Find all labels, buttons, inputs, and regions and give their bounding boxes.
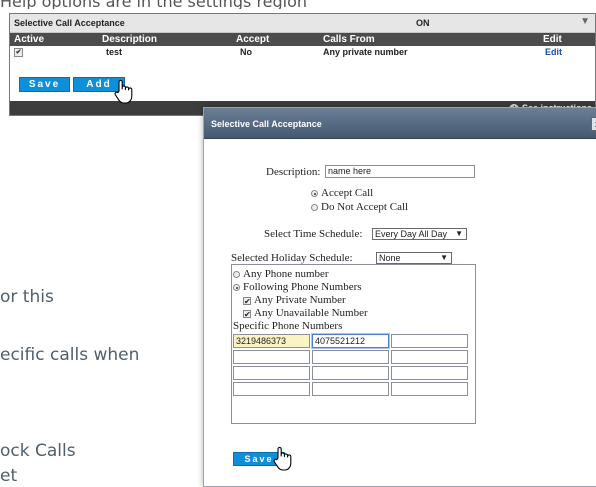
panel-save-button[interactable]: Save <box>19 77 70 92</box>
panel-header[interactable]: Selective Call Acceptance ON ▼ <box>10 14 595 33</box>
description-label: Description: <box>266 166 321 178</box>
phone-number-cell[interactable]: 3219486373 <box>233 334 310 348</box>
accept-call-option[interactable]: Accept Call <box>311 187 373 199</box>
row-edit-link[interactable]: Edit <box>545 47 562 57</box>
phone-number-cell[interactable] <box>391 382 468 396</box>
status-badge: ON <box>416 18 430 28</box>
phone-numbers-group: Any Phone number Following Phone Numbers… <box>231 264 476 424</box>
holiday-schedule-select[interactable]: None ▼ <box>376 252 452 264</box>
phone-number-cell[interactable] <box>391 350 468 364</box>
phone-number-cell[interactable] <box>233 366 310 380</box>
accept-call-radio[interactable] <box>311 190 318 197</box>
call-acceptance-panel: Selective Call Acceptance ON ▼ Active De… <box>9 13 596 116</box>
description-input[interactable]: name here <box>325 165 475 178</box>
phone-number-cell[interactable] <box>312 350 389 364</box>
any-phone-option[interactable]: Any Phone number <box>233 268 329 280</box>
row-description: test <box>106 47 123 57</box>
phone-number-cell[interactable] <box>391 334 468 348</box>
phone-number-cell[interactable]: 4075521212 <box>312 334 389 348</box>
any-private-checkbox[interactable]: ✔ <box>243 297 251 306</box>
any-unavailable-checkbox[interactable]: ✔ <box>243 310 251 319</box>
col-edit: Edit <box>543 34 562 45</box>
phone-number-cell[interactable] <box>233 382 310 396</box>
time-schedule-select[interactable]: Every Day All Day ▼ <box>372 228 467 240</box>
do-not-accept-option[interactable]: Do Not Accept Call <box>311 201 408 213</box>
phone-number-cell[interactable] <box>233 350 310 364</box>
background-text-3: ock Calls <box>0 441 76 461</box>
col-active: Active <box>14 34 45 45</box>
collapse-arrow-icon[interactable]: ▼ <box>580 16 590 27</box>
specific-numbers-label: Specific Phone Numbers <box>233 320 343 332</box>
col-description: Description <box>102 34 158 45</box>
do-not-accept-radio[interactable] <box>311 204 318 211</box>
any-unavailable-option[interactable]: ✔ Any Unavailable Number <box>243 307 368 319</box>
row-calls-from: Any private number <box>323 47 408 57</box>
table-row: ✔ test No Any private number Edit <box>14 47 562 57</box>
panel-title: Selective Call Acceptance <box>14 18 125 28</box>
close-icon[interactable]: x <box>591 117 596 131</box>
row-accept: No <box>240 47 252 57</box>
hand-cursor-icon <box>273 446 292 471</box>
dialog-title: Selective Call Acceptance <box>211 119 322 129</box>
background-text-1: or this <box>0 287 54 307</box>
selective-call-acceptance-dialog: Selective Call Acceptance x Description:… <box>203 107 596 487</box>
col-accept: Accept <box>236 34 270 45</box>
phone-number-cell[interactable] <box>312 366 389 380</box>
col-calls-from: Calls From <box>323 34 375 45</box>
phone-number-cell[interactable] <box>391 366 468 380</box>
table-header: Active Description Accept Calls From Edi… <box>10 33 595 46</box>
any-phone-radio[interactable] <box>233 271 240 278</box>
chevron-down-icon: ▼ <box>440 253 448 262</box>
time-schedule-label: Select Time Schedule: <box>264 228 363 240</box>
following-numbers-option[interactable]: Following Phone Numbers <box>233 281 362 293</box>
any-private-option[interactable]: ✔ Any Private Number <box>243 294 346 306</box>
holiday-schedule-label: Selected Holiday Schedule: <box>231 252 353 264</box>
background-text-2: ecific calls when <box>0 345 140 365</box>
hand-cursor-icon <box>114 79 133 104</box>
dialog-header: Selective Call Acceptance x <box>204 108 596 139</box>
top-clipped-text: Help options are in the settings region <box>0 0 307 9</box>
chevron-down-icon: ▼ <box>455 229 463 238</box>
background-text-4: et <box>0 466 18 486</box>
following-numbers-radio[interactable] <box>233 284 240 291</box>
phone-number-cell[interactable] <box>312 382 389 396</box>
